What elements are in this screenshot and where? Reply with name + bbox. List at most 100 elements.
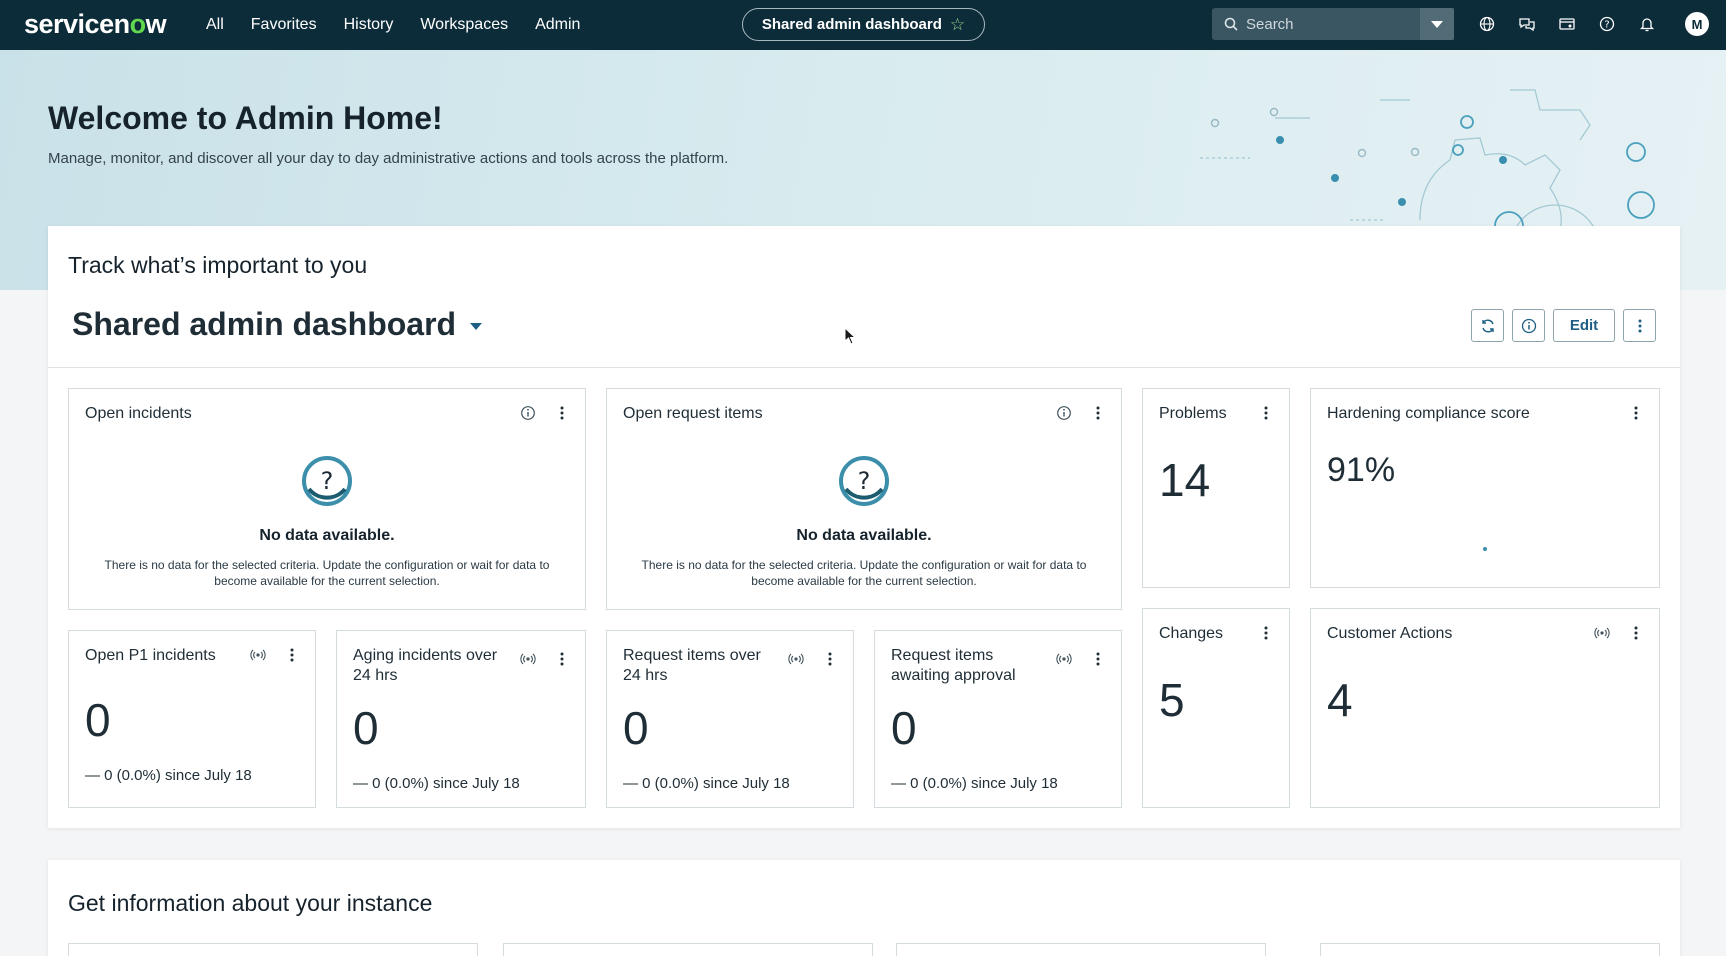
instance-card[interactable] <box>503 943 873 956</box>
utility-icons: ? <box>1475 12 1659 36</box>
trend-since: since July 18 <box>165 767 252 784</box>
live-broadcast-icon <box>1593 623 1611 643</box>
tile-tools <box>787 649 839 669</box>
logo-text: servicen <box>24 9 130 39</box>
help-icon[interactable]: ? <box>1595 12 1619 36</box>
loading-dot <box>1483 547 1487 551</box>
tile-title: Aging incidents over 24 hrs <box>353 647 498 684</box>
search-input[interactable] <box>1246 15 1436 33</box>
no-data-text: There is no data for the selected criter… <box>641 558 1087 588</box>
info-icon[interactable] <box>1055 403 1073 423</box>
more-vertical-icon[interactable] <box>1257 403 1275 423</box>
trend-since: since July 18 <box>971 775 1058 792</box>
global-search <box>1212 8 1454 40</box>
instance-card[interactable] <box>68 943 478 956</box>
page-title: Welcome to Admin Home! <box>48 100 443 136</box>
info-icon[interactable] <box>519 403 537 423</box>
page-subtitle: Manage, monitor, and discover all your d… <box>48 150 729 167</box>
tile-tools <box>519 649 571 669</box>
trend-value: 0 (0.0%) <box>642 775 699 792</box>
live-broadcast-icon <box>249 645 267 665</box>
more-options-button[interactable] <box>1623 309 1656 342</box>
more-vertical-icon[interactable] <box>821 649 839 669</box>
panel-divider <box>48 367 1680 368</box>
dashboard-title: Shared admin dashboard <box>72 306 457 342</box>
top-navigation: servicenow All Favorites History Workspa… <box>0 0 1726 50</box>
nav-admin[interactable]: Admin <box>535 16 580 34</box>
tile-request-items-awaiting-approval[interactable]: Request items awaiting approval 0 — 0 (0… <box>874 630 1122 808</box>
more-vertical-icon[interactable] <box>283 645 301 665</box>
more-vertical-icon[interactable] <box>1627 403 1645 423</box>
search-scope-dropdown[interactable] <box>1420 8 1454 40</box>
tile-open-p1-incidents[interactable]: Open P1 incidents 0 — 0 (0.0%) since Jul… <box>68 630 316 808</box>
metric-value: 0 <box>623 702 649 754</box>
nav-all[interactable]: All <box>206 16 224 34</box>
trend-since: since July 18 <box>703 775 790 792</box>
nav-workspaces[interactable]: Workspaces <box>420 16 508 34</box>
tile-title: Open incidents <box>85 405 192 422</box>
tile-hardening-compliance[interactable]: Hardening compliance score 91% <box>1310 388 1660 588</box>
more-vertical-icon[interactable] <box>1089 403 1107 423</box>
chat-icon[interactable] <box>1515 12 1539 36</box>
chevron-down-icon <box>1431 20 1443 28</box>
track-panel: Track what’s important to you Shared adm… <box>48 226 1680 828</box>
svg-text:?: ? <box>321 467 334 495</box>
dashboard-selector[interactable]: Shared admin dashboard <box>72 306 483 343</box>
more-vertical-icon[interactable] <box>553 649 571 669</box>
trend-line: — 0 (0.0%) since July 18 <box>891 775 1058 792</box>
tile-problems[interactable]: Problems 14 <box>1142 388 1290 588</box>
more-vertical-icon[interactable] <box>1257 623 1275 643</box>
more-vertical-icon[interactable] <box>1089 649 1107 669</box>
metric-value: 91% <box>1327 451 1396 489</box>
pill-label: Shared admin dashboard <box>761 16 942 33</box>
instance-card[interactable] <box>1320 943 1660 956</box>
tile-open-incidents[interactable]: Open incidents ? No data available. Ther… <box>68 388 586 610</box>
servicenow-logo[interactable]: servicenow <box>24 9 167 40</box>
trend-value: 0 (0.0%) <box>372 775 429 792</box>
trend-value: 0 (0.0%) <box>910 775 967 792</box>
info-icon <box>1521 318 1536 333</box>
tile-title: Open request items <box>623 405 763 422</box>
user-avatar[interactable]: M <box>1685 12 1709 36</box>
tile-open-request-items[interactable]: Open request items ? No data available. … <box>606 388 1122 610</box>
caret-down-icon <box>470 323 483 330</box>
tile-title: Customer Actions <box>1327 625 1453 642</box>
tile-title: Problems <box>1159 405 1227 422</box>
svg-text:?: ? <box>1604 20 1609 31</box>
edit-button[interactable]: Edit <box>1553 309 1615 342</box>
refresh-button[interactable] <box>1471 309 1504 342</box>
trend-line: — 0 (0.0%) since July 18 <box>623 775 790 792</box>
nav-history[interactable]: History <box>344 16 394 34</box>
trend-line: — 0 (0.0%) since July 18 <box>85 767 252 784</box>
live-broadcast-icon <box>787 649 805 669</box>
metric-value: 4 <box>1327 674 1353 726</box>
tile-tools <box>1257 403 1275 423</box>
tile-request-items-over-24[interactable]: Request items over 24 hrs 0 — 0 (0.0%) s… <box>606 630 854 808</box>
instance-card[interactable] <box>896 943 1266 956</box>
tile-title: Open P1 incidents <box>85 647 216 664</box>
tile-tools <box>1627 403 1645 423</box>
tile-tools <box>1257 623 1275 643</box>
live-broadcast-icon <box>519 649 537 669</box>
globe-icon[interactable] <box>1475 12 1499 36</box>
instance-heading: Get information about your instance <box>68 890 433 916</box>
dashboard-actions: Edit <box>1471 309 1656 342</box>
tile-customer-actions[interactable]: Customer Actions 4 <box>1310 608 1660 808</box>
no-data-title: No data available. <box>259 527 395 544</box>
nav-favorites[interactable]: Favorites <box>251 16 317 34</box>
more-vertical-icon[interactable] <box>553 403 571 423</box>
question-icon: ? <box>302 456 352 506</box>
tile-aging-incidents[interactable]: Aging incidents over 24 hrs 0 — 0 (0.0%)… <box>336 630 586 808</box>
logo-text-end: w <box>145 9 167 39</box>
tile-changes[interactable]: Changes 5 <box>1142 608 1290 808</box>
metric-value: 0 <box>891 702 917 754</box>
more-vertical-icon[interactable] <box>1627 623 1645 643</box>
info-button[interactable] <box>1512 309 1545 342</box>
star-icon[interactable]: ☆ <box>950 15 965 35</box>
contact-card-icon[interactable] <box>1555 12 1579 36</box>
question-icon: ? <box>839 456 889 506</box>
dashboard-context-pill[interactable]: Shared admin dashboard ☆ <box>742 8 985 41</box>
bell-icon[interactable] <box>1635 12 1659 36</box>
tile-title: Changes <box>1159 625 1224 642</box>
tile-tools <box>519 403 571 423</box>
